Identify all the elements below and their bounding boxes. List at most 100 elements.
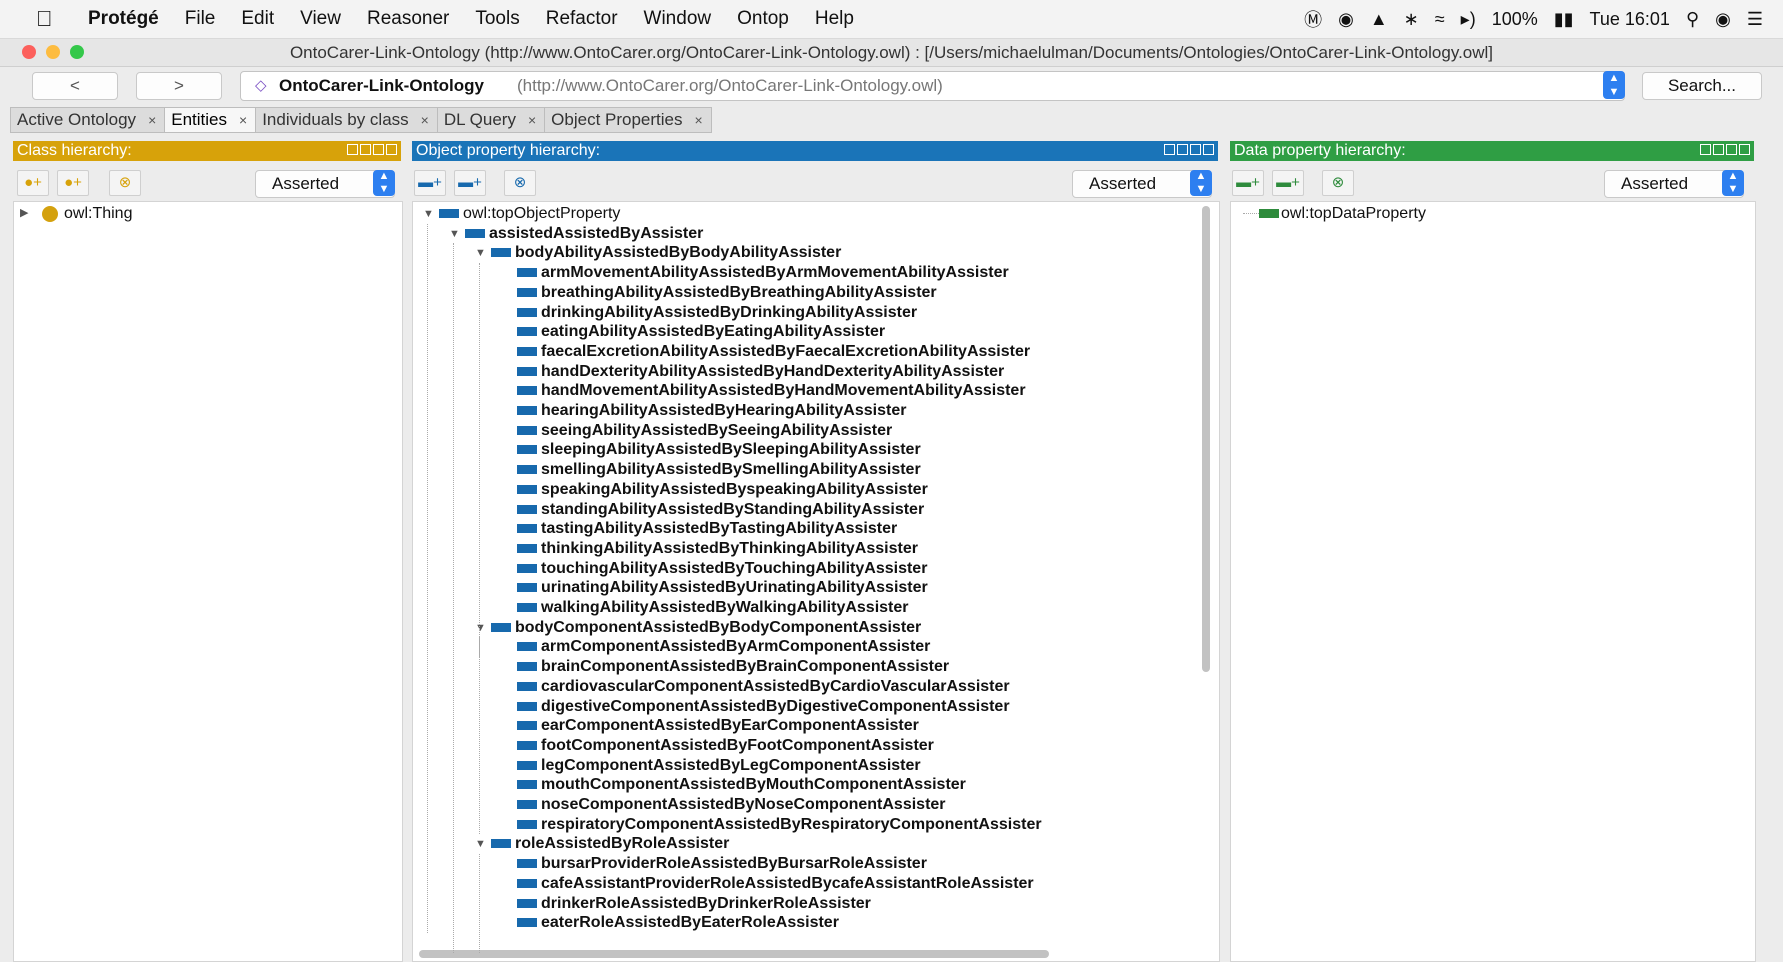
object-property-icon — [517, 740, 537, 750]
tree-node-label: hearingAbilityAssistedByHearingAbilityAs… — [541, 402, 907, 419]
float-view-icon[interactable] — [1190, 144, 1201, 155]
data-property-mode-select[interactable]: Asserted ▲ ▼ — [1604, 170, 1744, 198]
float-view-icon[interactable] — [373, 144, 384, 155]
notification-center-icon[interactable]: ☰ — [1747, 9, 1763, 30]
siri-icon[interactable]: ◉ — [1715, 9, 1731, 30]
battery-percent: 100% — [1491, 8, 1538, 29]
menu-help[interactable]: Help — [815, 8, 854, 30]
close-icon[interactable]: × — [695, 112, 703, 128]
tree-node-label: thinkingAbilityAssistedByThinkingAbility… — [541, 539, 918, 557]
add-sub-data-property-icon[interactable]: ▬+ — [1232, 170, 1264, 196]
add-sibling-property-icon[interactable]: ▬+ — [454, 170, 486, 196]
apple-icon[interactable]:  — [36, 6, 70, 32]
add-sub-property-icon[interactable]: ▬+ — [414, 170, 446, 196]
collapse-triangle-icon[interactable]: ▼ — [423, 205, 434, 224]
tab-individuals-by-class[interactable]: Individuals by class × — [255, 107, 437, 133]
object-property-icon — [517, 603, 537, 612]
object-property-icon — [517, 366, 537, 376]
object-property-icon — [517, 721, 537, 731]
tree-node-label: sleepingAbilityAssistedBySleepingAbility… — [541, 441, 921, 459]
tab-object-properties[interactable]: Object Properties × — [544, 107, 712, 133]
menu-edit[interactable]: Edit — [241, 8, 274, 30]
menu-file[interactable]: File — [185, 8, 216, 30]
menu-tools[interactable]: Tools — [475, 8, 519, 30]
close-icon[interactable]: × — [239, 112, 247, 128]
forward-button[interactable]: > — [136, 72, 222, 100]
close-icon[interactable]: × — [421, 112, 429, 128]
menu-reasoner[interactable]: Reasoner — [367, 8, 449, 30]
object-property-hierarchy-header: Object property hierarchy: — [412, 141, 1218, 161]
close-icon[interactable]: × — [528, 112, 536, 128]
tree-node-label: breathingAbilityAssistedByBreathingAbili… — [541, 283, 937, 301]
shield-check-icon[interactable]: ◉ — [1338, 9, 1354, 30]
view-controls — [347, 144, 397, 155]
close-view-icon[interactable] — [1739, 144, 1750, 155]
search-button[interactable]: Search... — [1642, 72, 1762, 100]
vertical-scrollbar[interactable] — [1202, 206, 1210, 672]
window-titlebar: OntoCarer-Link-Ontology (http://www.Onto… — [0, 39, 1783, 67]
wifi-icon[interactable]: ≈ — [1435, 9, 1445, 30]
add-sibling-data-property-icon[interactable]: ▬+ — [1272, 170, 1304, 196]
chevron-updown-icon[interactable]: ▲ ▼ — [1603, 71, 1625, 99]
split-view-icon[interactable] — [1713, 144, 1724, 155]
data-property-hierarchy-panel: Data property hierarchy: ▬+ ▬+ ⊗ Asserte… — [1230, 141, 1756, 962]
volume-icon[interactable]: ▸) — [1461, 9, 1476, 30]
object-property-mode-select[interactable]: Asserted ▲ ▼ — [1072, 170, 1212, 198]
split-view-icon[interactable] — [1177, 144, 1188, 155]
class-icon — [42, 206, 58, 222]
tree-node-label: footComponentAssistedByFootComponentAssi… — [541, 736, 934, 754]
menu-window[interactable]: Window — [644, 8, 712, 30]
add-sibling-class-icon[interactable]: ●+ — [57, 170, 89, 196]
workspace-tabs: Active Ontology × Entities × Individuals b… — [10, 107, 712, 133]
object-property-icon — [517, 701, 537, 711]
back-button[interactable]: < — [32, 72, 118, 100]
active-ontology-selector[interactable]: ◇ OntoCarer-Link-Ontology (http://www.On… — [240, 71, 1625, 101]
bluetooth-icon[interactable]: ∗ — [1404, 9, 1419, 30]
menu-app-name[interactable]: Protégé — [88, 8, 159, 30]
battery-icon[interactable]: ▮▮ — [1554, 9, 1574, 30]
close-view-icon[interactable] — [1203, 144, 1214, 155]
tree-node-label: owl:Thing — [64, 205, 133, 222]
pin-view-icon[interactable] — [347, 144, 358, 155]
close-icon[interactable]: × — [148, 112, 156, 128]
delete-data-property-icon[interactable]: ⊗ — [1322, 170, 1354, 196]
tab-dl-query[interactable]: DL Query × — [436, 107, 545, 133]
clock[interactable]: Tue 16:01 — [1590, 9, 1670, 30]
pin-view-icon[interactable] — [1700, 144, 1711, 155]
menu-view[interactable]: View — [300, 8, 341, 30]
close-view-icon[interactable] — [386, 144, 397, 155]
collapse-triangle-icon[interactable]: ▼ — [475, 244, 486, 263]
vlc-cone-icon[interactable]: ▲ — [1370, 9, 1388, 30]
object-property-icon — [517, 406, 537, 415]
mode-value: Asserted — [1621, 174, 1689, 193]
tab-entities[interactable]: Entities × — [164, 107, 256, 133]
pin-view-icon[interactable] — [1164, 144, 1175, 155]
tree-guide-line — [453, 243, 454, 953]
tree-node-label: seeingAbilityAssistedBySeeingAbilityAssi… — [541, 421, 893, 439]
collapse-triangle-icon[interactable]: ▼ — [475, 835, 486, 854]
add-subclass-icon[interactable]: ●+ — [17, 170, 49, 196]
tab-label: Entities — [171, 110, 227, 129]
object-property-icon — [517, 504, 537, 514]
data-property-hierarchy-header: Data property hierarchy: — [1230, 141, 1754, 161]
tree-node-label: drinkingAbilityAssistedByDrinkingAbility… — [541, 303, 918, 321]
horizontal-scrollbar[interactable] — [419, 950, 1049, 958]
view-controls — [1700, 144, 1750, 155]
spotlight-search-icon[interactable]: ⚲ — [1686, 9, 1699, 30]
float-view-icon[interactable] — [1726, 144, 1737, 155]
tab-active-ontology[interactable]: Active Ontology × — [10, 107, 165, 133]
collapse-triangle-icon[interactable]: ▼ — [449, 225, 460, 244]
menu-ontop[interactable]: Ontop — [737, 8, 789, 30]
object-property-hierarchy-panel: Object property hierarchy: ▬+ ▬+ ⊗ Asser… — [412, 141, 1220, 962]
object-property-icon — [491, 622, 511, 632]
delete-class-icon[interactable]: ⊗ — [109, 170, 141, 196]
wordpress-icon[interactable]: Ⓜ — [1304, 6, 1322, 32]
class-hierarchy-mode-select[interactable]: Asserted ▲ ▼ — [255, 170, 395, 198]
collapse-triangle-icon[interactable]: ▼ — [475, 619, 486, 638]
expand-triangle-icon[interactable]: ▶ — [20, 204, 28, 223]
tree-node-label: brainComponentAssistedByBrainComponentAs… — [541, 658, 950, 676]
menu-refactor[interactable]: Refactor — [546, 8, 618, 30]
ontology-icon: ◇ — [255, 77, 267, 94]
split-view-icon[interactable] — [360, 144, 371, 155]
delete-property-icon[interactable]: ⊗ — [504, 170, 536, 196]
